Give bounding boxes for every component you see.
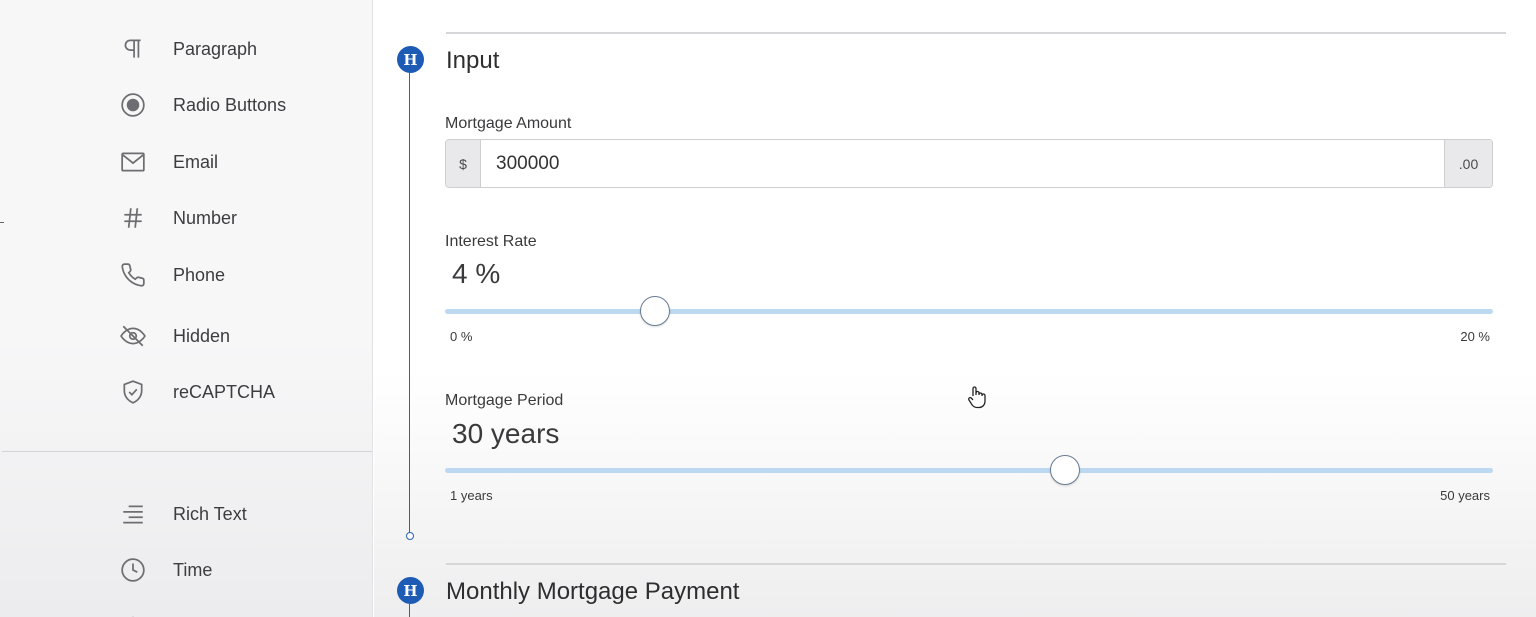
section-timeline bbox=[409, 604, 410, 617]
mortgage-period-label: Mortgage Period bbox=[445, 392, 564, 409]
palette-item-hidden[interactable]: Hidden bbox=[118, 316, 358, 356]
envelope-icon bbox=[118, 147, 148, 177]
palette-item-partial[interactable] bbox=[118, 600, 358, 617]
mortgage-period-slider-track[interactable] bbox=[445, 468, 1493, 473]
edge-tick bbox=[0, 222, 4, 223]
palette-divider bbox=[2, 451, 372, 452]
mortgage-amount-group: $ .00 bbox=[445, 139, 1493, 188]
section-title: Input bbox=[446, 47, 500, 74]
interest-rate-min-label: 0 % bbox=[450, 329, 473, 344]
clock-icon bbox=[118, 555, 148, 585]
partial-icon bbox=[118, 605, 148, 617]
palette-item-label: Paragraph bbox=[173, 38, 258, 59]
interest-rate-value: 4 % bbox=[452, 258, 501, 289]
palette-item-label: Radio Buttons bbox=[173, 94, 287, 115]
decimal-suffix: .00 bbox=[1444, 140, 1492, 187]
hand-cursor-icon bbox=[968, 386, 986, 409]
mortgage-amount-label: Mortgage Amount bbox=[445, 115, 572, 132]
section-top-rule bbox=[446, 32, 1506, 34]
mortgage-period-max-label: 50 years bbox=[1440, 488, 1490, 503]
section-marker-h[interactable]: H bbox=[397, 577, 424, 604]
section-marker-h[interactable]: H bbox=[397, 46, 424, 73]
section-rule bbox=[446, 563, 1506, 565]
palette-item-phone[interactable]: Phone bbox=[118, 255, 358, 295]
palette-item-rich-text[interactable]: Rich Text bbox=[118, 494, 358, 534]
palette-item-email[interactable]: Email bbox=[118, 142, 358, 182]
mortgage-amount-input[interactable] bbox=[481, 140, 1444, 187]
interest-rate-max-label: 20 % bbox=[1460, 329, 1490, 344]
palette-item-label: reCAPTCHA bbox=[173, 381, 276, 402]
align-right-icon bbox=[118, 499, 148, 529]
radio-icon bbox=[118, 90, 148, 120]
currency-prefix: $ bbox=[446, 140, 481, 187]
palette-item-number[interactable]: Number bbox=[118, 198, 358, 238]
section-timeline bbox=[409, 73, 410, 533]
mortgage-period-min-label: 1 years bbox=[450, 488, 493, 503]
palette-item-recaptcha[interactable]: reCAPTCHA bbox=[118, 372, 358, 412]
eye-off-icon bbox=[118, 321, 148, 351]
palette-item-label: Rich Text bbox=[173, 503, 247, 524]
paragraph-icon bbox=[118, 34, 148, 64]
shield-check-icon bbox=[118, 377, 148, 407]
palette-item-label: Hidden bbox=[173, 325, 231, 346]
palette-item-label: Number bbox=[173, 207, 238, 228]
mortgage-period-slider-thumb[interactable] bbox=[1050, 455, 1081, 485]
palette-item-time[interactable]: Time bbox=[118, 550, 358, 590]
palette-item-radio-buttons[interactable]: Radio Buttons bbox=[118, 85, 358, 125]
section-timeline-end bbox=[406, 532, 414, 540]
mortgage-period-value: 30 years bbox=[452, 418, 560, 449]
interest-rate-label: Interest Rate bbox=[445, 233, 537, 250]
palette-item-label: Time bbox=[173, 559, 213, 580]
palette-item-paragraph[interactable]: Paragraph bbox=[118, 29, 358, 69]
interest-rate-slider-thumb[interactable] bbox=[639, 296, 670, 326]
section-title: Monthly Mortgage Payment bbox=[446, 578, 740, 605]
interest-rate-slider-track[interactable] bbox=[445, 309, 1493, 314]
palette-item-label: Phone bbox=[173, 264, 226, 285]
field-palette: Paragraph Radio Buttons Email Number Pho… bbox=[0, 0, 373, 617]
phone-icon bbox=[118, 260, 148, 290]
hash-icon bbox=[118, 203, 148, 233]
palette-item-label: Email bbox=[173, 151, 219, 172]
form-canvas: H Input Mortgage Amount $ .00 Interest R… bbox=[374, 0, 1536, 617]
